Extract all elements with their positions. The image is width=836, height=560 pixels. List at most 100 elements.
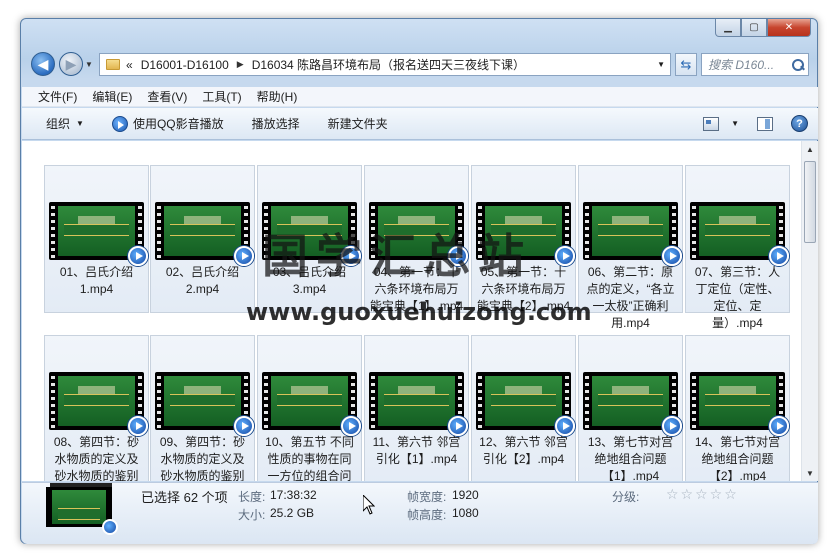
minimize-button[interactable]: ▁	[715, 19, 741, 37]
breadcrumb-separator-icon[interactable]: ▶	[237, 59, 244, 70]
explorer-window: ▁ ▢ ✕ ◀ ▶ ▼ « D16001-D16100 ▶ D16034 陈路昌…	[20, 18, 818, 544]
file-item[interactable]: 12、第六节 邻宫引化【2】.mp4	[471, 335, 576, 481]
scroll-down-icon[interactable]: ▼	[802, 465, 818, 481]
folder-icon	[106, 59, 120, 70]
qq-player-badge-icon	[341, 416, 361, 436]
qq-player-badge-icon	[234, 416, 254, 436]
chevron-down-icon: ▼	[76, 119, 84, 128]
file-item[interactable]: 10、第五节 不同性质的事物在同一方位的组合问题.mp4	[257, 335, 362, 481]
qq-player-badge-icon	[448, 246, 468, 266]
qq-player-badge-icon	[448, 416, 468, 436]
qq-player-badge-icon	[341, 246, 361, 266]
search-input[interactable]: 搜索 D160...	[701, 53, 809, 76]
forward-button[interactable]: ▶	[59, 52, 83, 76]
file-item[interactable]: 08、第四节：砂水物质的定义及砂水物质的鉴别【1】.mp4	[44, 335, 149, 481]
new-folder-button[interactable]: 新建文件夹	[328, 115, 388, 132]
file-item[interactable]: 03、吕氏介绍3.mp4	[257, 165, 362, 313]
file-name: 13、第七节对宫绝地组合问题【1】.mp4	[587, 435, 674, 481]
frame-width-label: 帧宽度:	[407, 490, 447, 504]
file-item[interactable]: 04、第一节：十六条环境布局万能宝典【1】.mp4	[364, 165, 469, 313]
video-thumbnail	[583, 372, 682, 436]
play-with-qq-button[interactable]: 使用QQ影音播放	[111, 115, 224, 132]
qq-player-badge-icon	[769, 246, 789, 266]
file-item[interactable]: 07、第三节：人丁定位（定性、定位、定量）.mp4	[685, 165, 790, 330]
rating-stars[interactable]: ☆☆☆☆☆	[666, 486, 739, 503]
navigation-bar: ◀ ▶ ▼ « D16001-D16100 ▶ D16034 陈路昌环境布局（报…	[29, 49, 811, 79]
qq-player-badge-icon	[662, 246, 682, 266]
video-thumbnail	[690, 372, 789, 436]
video-thumbnail	[262, 202, 361, 266]
video-thumbnail	[690, 202, 789, 266]
video-thumbnail	[155, 202, 254, 266]
scroll-up-icon[interactable]: ▲	[802, 141, 818, 157]
video-thumbnail	[369, 202, 468, 266]
video-thumbnail	[49, 202, 148, 266]
file-item[interactable]: 02、吕氏介绍2.mp4	[150, 165, 255, 313]
play-with-qq-label: 使用QQ影音播放	[132, 117, 224, 131]
menu-view[interactable]: 查看(V)	[147, 88, 187, 105]
file-item[interactable]: 06、第二节：原点的定义，“各立一太极”正确利用.mp4	[578, 165, 683, 330]
play-selection-button[interactable]: 播放选择	[252, 115, 300, 132]
refresh-button[interactable]: ⇆	[675, 53, 697, 76]
menu-edit[interactable]: 编辑(E)	[92, 88, 132, 105]
change-view-icon[interactable]	[703, 116, 720, 131]
preview-pane-icon[interactable]	[757, 116, 773, 131]
file-item[interactable]: 11、第六节 邻宫引化【1】.mp4	[364, 335, 469, 481]
qq-player-badge-icon	[769, 416, 789, 436]
caption-buttons: ▁ ▢ ✕	[715, 19, 811, 37]
close-button[interactable]: ✕	[767, 19, 811, 37]
scroll-thumb[interactable]	[804, 161, 816, 243]
selection-thumbnail	[46, 487, 118, 535]
video-thumbnail	[583, 202, 682, 266]
frame-width-value: 1920	[452, 488, 479, 502]
file-item[interactable]: 01、吕氏介绍1.mp4	[44, 165, 149, 313]
video-thumbnail	[155, 372, 254, 436]
breadcrumb-overflow[interactable]: «	[126, 58, 133, 72]
back-arrow-icon: ◀	[37, 55, 49, 72]
qq-player-badge-icon	[234, 246, 254, 266]
file-name: 02、吕氏介绍2.mp4	[165, 265, 240, 296]
help-icon[interactable]: ?	[791, 115, 808, 132]
length-label: 长度:	[238, 490, 266, 504]
file-item[interactable]: 05、第一节：十六条环境布局万能宝典【2】.mp4	[471, 165, 576, 313]
video-thumbnail	[49, 372, 148, 436]
command-bar: 组织 ▼ 使用QQ影音播放 播放选择 新建文件夹 ▼ ?	[22, 108, 818, 140]
mouse-cursor-icon	[363, 495, 375, 515]
search-icon[interactable]	[792, 58, 804, 71]
breadcrumb-current[interactable]: D16034 陈路昌环境布局（报名送四天三夜线下课）	[252, 56, 525, 73]
maximize-button[interactable]: ▢	[741, 19, 767, 37]
file-list: 01、吕氏介绍1.mp4 02、吕氏介绍2.mp4 03、吕氏介绍3.mp4 04、第…	[22, 141, 818, 481]
video-thumbnail	[476, 202, 575, 266]
file-item[interactable]: 14、第七节对宫绝地组合问题【2】.mp4	[685, 335, 790, 481]
qq-player-badge-icon	[128, 416, 148, 436]
file-item[interactable]: 13、第七节对宫绝地组合问题【1】.mp4	[578, 335, 683, 481]
file-name: 05、第一节：十六条环境布局万能宝典【2】.mp4	[476, 265, 571, 313]
selected-count: 已选择 62 个项	[141, 490, 228, 505]
menu-help[interactable]: 帮助(H)	[257, 88, 298, 105]
address-dropdown-icon[interactable]: ▼	[657, 60, 665, 69]
menu-file[interactable]: 文件(F)	[38, 88, 77, 105]
vertical-scrollbar[interactable]: ▲ ▼	[801, 141, 818, 481]
details-pane: 已选择 62 个项 长度: 17:38:32 大小: 25.2 GB 帧宽度: …	[22, 482, 818, 544]
file-name: 01、吕氏介绍1.mp4	[59, 265, 134, 296]
back-button[interactable]: ◀	[31, 52, 55, 76]
qq-player-badge-icon	[555, 246, 575, 266]
video-thumbnail	[262, 372, 361, 436]
file-name: 07、第三节：人丁定位（定性、定位、定量）.mp4	[694, 265, 781, 330]
recent-pages-dropdown[interactable]: ▼	[85, 60, 93, 69]
qq-player-badge-icon	[128, 246, 148, 266]
file-item[interactable]: 09、第四节：砂水物质的定义及砂水物质的鉴别【2】.mp4	[150, 335, 255, 481]
address-bar[interactable]: « D16001-D16100 ▶ D16034 陈路昌环境布局（报名送四天三夜…	[99, 53, 671, 76]
file-name: 11、第六节 邻宫引化【1】.mp4	[372, 435, 461, 466]
file-name: 06、第二节：原点的定义，“各立一太极”正确利用.mp4	[586, 265, 675, 330]
menu-bar: 文件(F) 编辑(E) 查看(V) 工具(T) 帮助(H)	[22, 87, 818, 107]
size-label: 大小:	[238, 508, 266, 522]
rating-label: 分级:	[612, 490, 640, 504]
view-options-chevron-icon[interactable]: ▼	[731, 119, 739, 128]
qq-player-icon	[111, 115, 128, 132]
breadcrumb-parent[interactable]: D16001-D16100	[141, 58, 229, 72]
organize-button[interactable]: 组织 ▼	[46, 115, 84, 132]
new-folder-label: 新建文件夹	[327, 117, 388, 131]
menu-tools[interactable]: 工具(T)	[202, 88, 241, 105]
file-name: 14、第七节对宫绝地组合问题【2】.mp4	[694, 435, 781, 481]
